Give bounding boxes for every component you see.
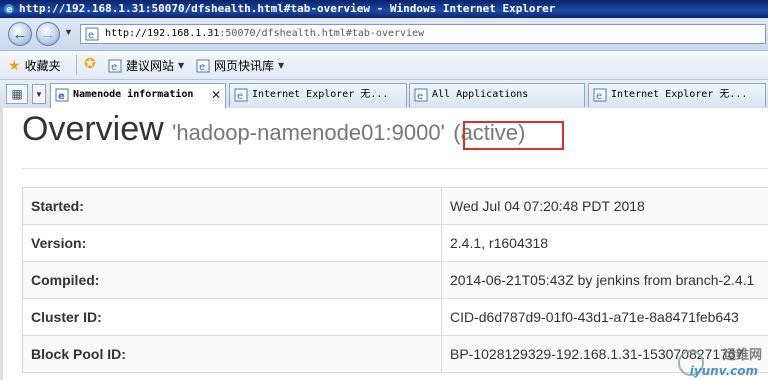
svg-text:e: e <box>6 5 12 15</box>
address-url: http://192.168.1.31:50070/dfshealth.html… <box>105 28 425 39</box>
svg-text:e: e <box>237 91 243 102</box>
favorites-bar: ★ 收藏夹 ✪ e 建议网站 ▼ e 网页快讯库 ▼ <box>0 51 768 80</box>
svg-text:e: e <box>58 91 65 102</box>
favorites-divider <box>76 55 77 75</box>
suggested-sites-label: 建议网站 <box>126 59 175 73</box>
row-value: CID-d6d787d9-01f0-43d1-a71e-8a8471feb643 <box>441 298 768 336</box>
watermark-en: iyunv.com <box>689 364 758 378</box>
grid-icon: ▦ <box>11 87 23 101</box>
table-row: Block Pool ID: BP-1028129329-192.168.1.3… <box>22 335 768 373</box>
forward-arrow-icon: → <box>40 25 56 43</box>
page-icon: e <box>593 88 607 102</box>
svg-text:e: e <box>88 30 94 41</box>
close-icon[interactable]: ✕ <box>211 84 221 106</box>
namenode-host: 'hadoop-namenode01:9000' <box>172 120 445 145</box>
table-row: Compiled: 2014-06-21T05:43Z by jenkins f… <box>22 261 768 299</box>
page-icon: e <box>414 88 428 102</box>
history-dropdown-icon[interactable]: ▼ <box>64 27 73 37</box>
row-key: Version: <box>22 224 442 262</box>
page-icon: e <box>196 59 210 73</box>
back-arrow-icon: ← <box>12 25 28 43</box>
address-bar[interactable]: e http://192.168.1.31:50070/dfshealth.ht… <box>80 24 766 44</box>
row-key: Cluster ID: <box>22 298 442 336</box>
left-edge <box>0 108 3 380</box>
quick-tabs-button[interactable]: ▦ <box>6 84 28 104</box>
tab-internet-explorer-2[interactable]: e Internet Explorer 无... <box>588 83 766 107</box>
page-icon: e <box>108 59 122 73</box>
tab-all-applications[interactable]: e All Applications <box>409 83 585 107</box>
row-key: Started: <box>22 187 442 225</box>
tab-label: Internet Explorer 无... <box>252 89 389 100</box>
suggested-sites-button[interactable]: e 建议网站 ▼ <box>108 57 184 74</box>
divider <box>22 168 768 169</box>
svg-text:e: e <box>417 91 423 102</box>
web-slice-gallery-button[interactable]: e 网页快讯库 ▼ <box>196 57 284 74</box>
chevron-down-icon: ▼ <box>278 61 285 70</box>
table-row: Cluster ID: CID-d6d787d9-01f0-43d1-a71e-… <box>22 298 768 336</box>
row-value: Wed Jul 04 07:20:48 PDT 2018 <box>441 187 768 225</box>
favorites-star-icon: ★ <box>8 57 21 74</box>
tab-label: Internet Explorer 无... <box>611 89 748 100</box>
page-content: Overview 'hadoop-namenode01:9000' (activ… <box>0 108 768 380</box>
favorites-button[interactable]: ★ 收藏夹 <box>8 57 61 74</box>
ie-logo-icon: e <box>4 4 14 15</box>
tab-internet-explorer-1[interactable]: e Internet Explorer 无... <box>229 83 407 107</box>
tab-label: All Applications <box>432 89 529 100</box>
table-row: Version: 2.4.1, r1604318 <box>22 224 768 262</box>
window-title: http://192.168.1.31:50070/dfshealth.html… <box>19 2 556 15</box>
back-button[interactable]: ← <box>8 22 32 46</box>
chevron-down-icon: ▼ <box>35 90 43 99</box>
forward-button[interactable]: → <box>36 22 60 46</box>
row-key: Block Pool ID: <box>22 335 442 373</box>
tab-bar: ▦ ▼ e Namenode information ✕ e Internet … <box>0 80 768 109</box>
page-icon: e <box>55 88 69 102</box>
tab-namenode-information[interactable]: e Namenode information ✕ <box>50 83 226 109</box>
row-value: 2.4.1, r1604318 <box>441 224 768 262</box>
row-key: Compiled: <box>22 261 442 299</box>
watermark-cn: 运维网 <box>722 348 762 363</box>
favorites-label: 收藏夹 <box>24 59 61 73</box>
overview-heading: Overview <box>22 110 164 148</box>
svg-text:e: e <box>111 62 117 73</box>
page-icon: e <box>234 88 248 102</box>
add-favorite-icon: ✪ <box>84 56 96 72</box>
page-title: Overview 'hadoop-namenode01:9000' (activ… <box>22 110 525 149</box>
chevron-down-icon: ▼ <box>178 61 185 70</box>
table-row: Started: Wed Jul 04 07:20:48 PDT 2018 <box>22 187 768 225</box>
overview-table: Started: Wed Jul 04 07:20:48 PDT 2018 Ve… <box>22 187 768 373</box>
page-icon: e <box>85 27 99 41</box>
add-favorite-button[interactable]: ✪ <box>84 57 96 71</box>
row-value: 2014-06-21T05:43Z by jenkins from branch… <box>441 261 768 299</box>
tab-list-dropdown[interactable]: ▼ <box>32 84 46 104</box>
window-title-bar: e http://192.168.1.31:50070/dfshealth.htm… <box>0 0 768 18</box>
web-slice-gallery-label: 网页快讯库 <box>214 59 275 73</box>
navigation-bar: ← → ▼ e http://192.168.1.31:50070/dfshea… <box>0 18 768 51</box>
svg-text:e: e <box>596 91 602 102</box>
watermark: 运维网 iyunv.com <box>674 344 764 378</box>
svg-text:e: e <box>199 62 205 73</box>
highlight-box <box>463 121 564 150</box>
tab-label: Namenode information <box>73 89 194 100</box>
